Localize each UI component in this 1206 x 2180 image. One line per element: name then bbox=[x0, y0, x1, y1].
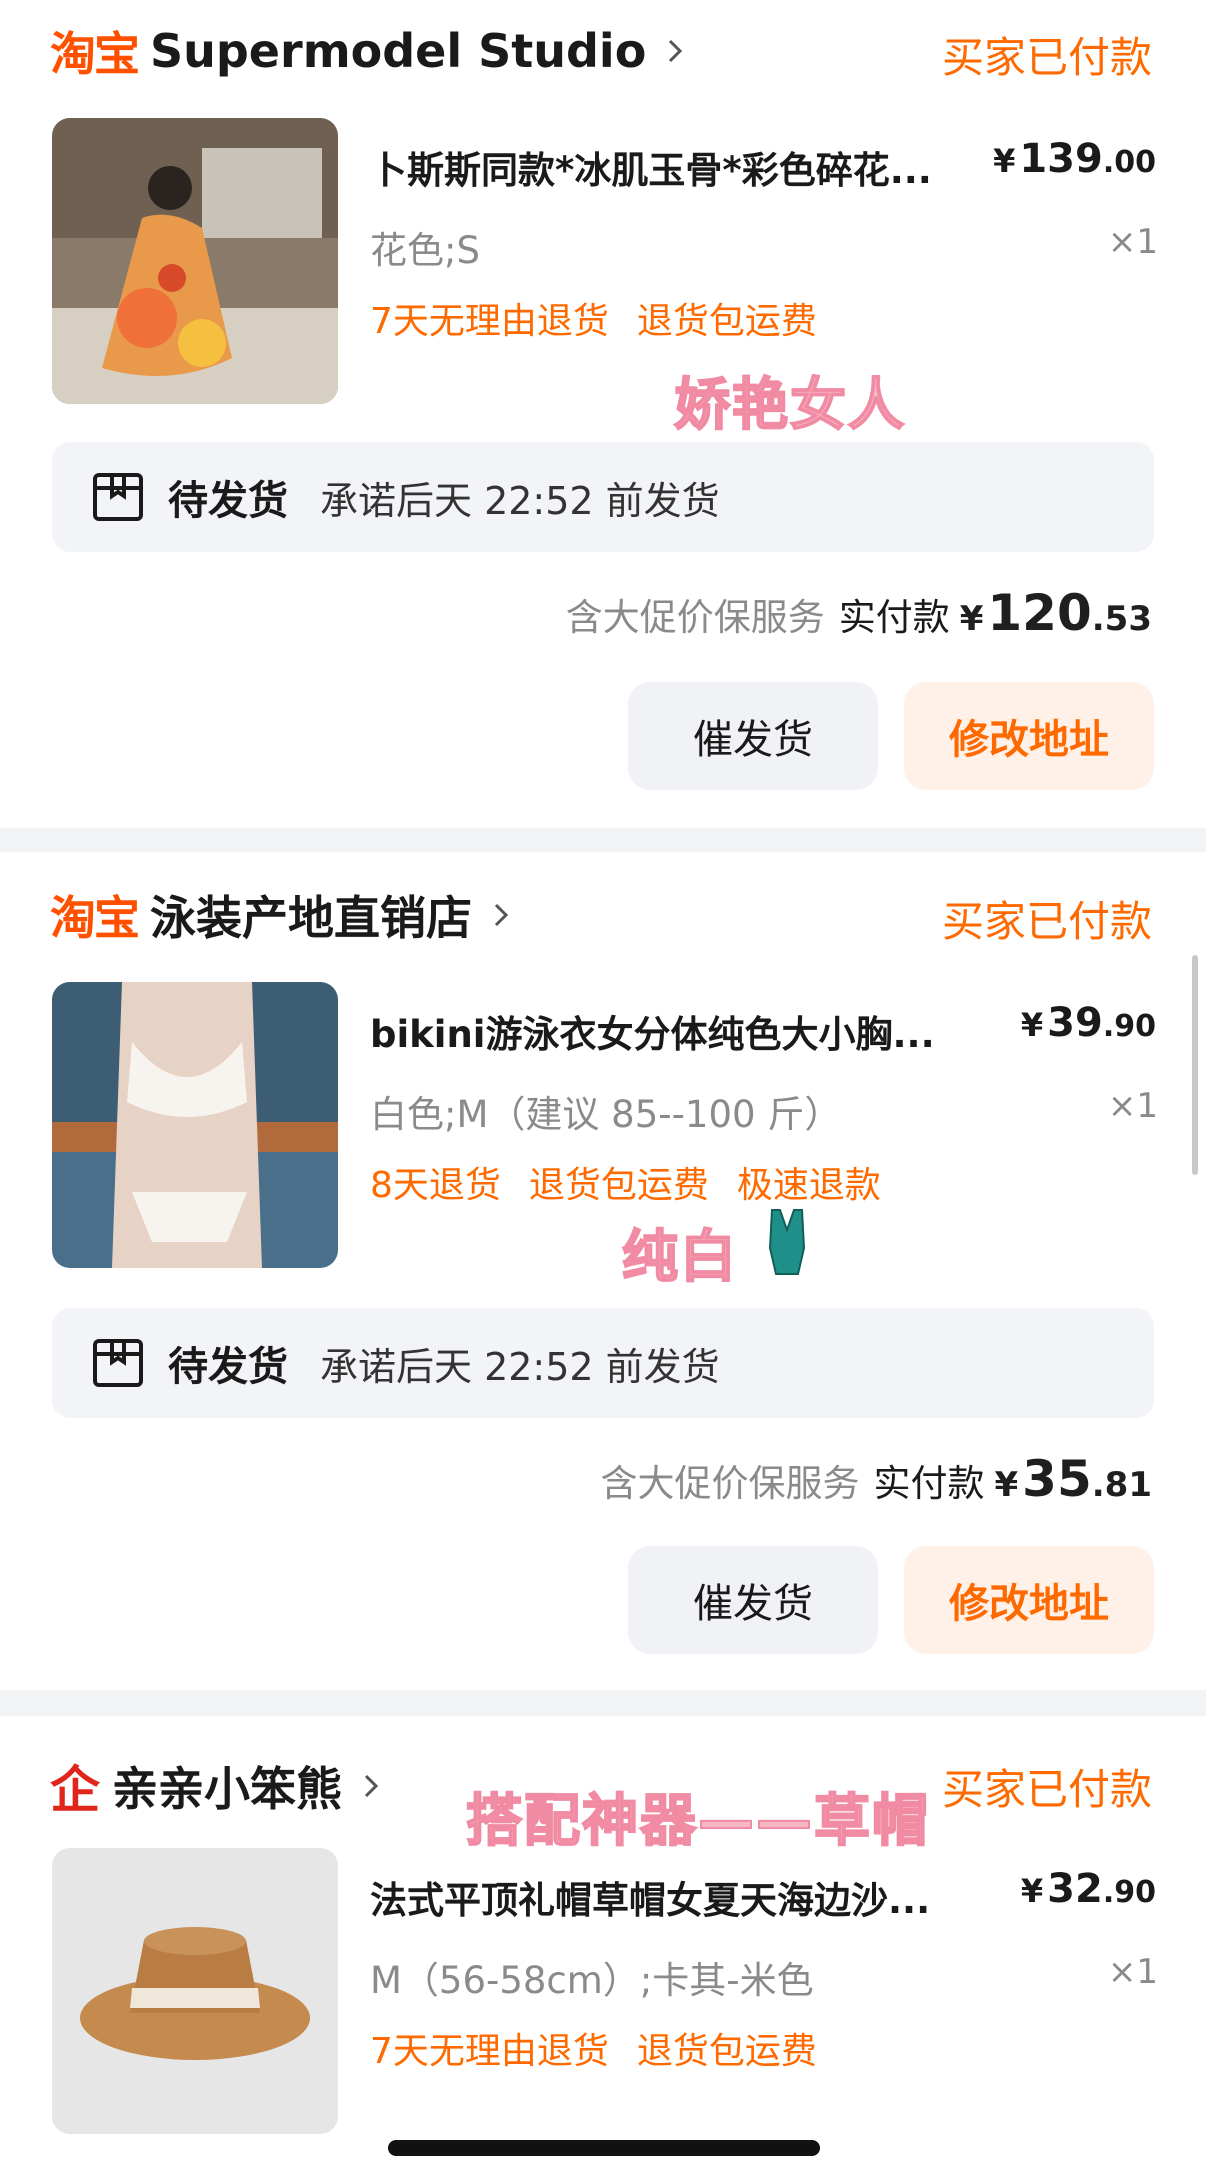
price-protection-service: 含大促价保服务 bbox=[565, 596, 825, 639]
enterprise-logo: 企 bbox=[50, 1761, 100, 1819]
payment-summary: 含大促价保服务 实付款 ¥ 120 .53 bbox=[565, 584, 1152, 642]
chevron-right-icon bbox=[669, 39, 683, 63]
paid-amount: 120 bbox=[987, 584, 1092, 642]
shipping-promise: 承诺后天 22:52 前发货 bbox=[320, 478, 720, 523]
product-quantity: ×1 bbox=[1107, 1952, 1158, 1992]
product-variant: M（56-58cm）;卡其-米色 bbox=[370, 1959, 814, 2002]
paid-amount: 35 bbox=[1022, 1450, 1092, 1508]
shop-header[interactable]: 企 亲亲小笨熊 bbox=[50, 1750, 384, 1822]
product-image[interactable] bbox=[52, 982, 338, 1268]
product-image[interactable] bbox=[52, 118, 338, 404]
order-card: 淘宝 Supermodel Studio 买家已付款 卜斯斯同款*冰肌玉骨*彩色… bbox=[0, 0, 1206, 828]
payment-summary: 含大促价保服务 实付款 ¥ 35 .81 bbox=[600, 1450, 1153, 1508]
shipping-status: 待发货 bbox=[168, 1344, 288, 1390]
product-image[interactable] bbox=[52, 1848, 338, 2134]
product-quantity: ×1 bbox=[1107, 222, 1158, 262]
shop-header[interactable]: 淘宝 Supermodel Studio bbox=[50, 18, 688, 84]
package-icon bbox=[93, 473, 143, 521]
taobao-logo: 淘宝 bbox=[50, 27, 140, 81]
product-title[interactable]: bikini游泳衣女分体纯色大小胸... bbox=[370, 1004, 990, 1058]
shop-header[interactable]: 淘宝 泳装产地直销店 bbox=[50, 882, 514, 948]
shop-name[interactable]: 亲亲小笨熊 bbox=[112, 1753, 342, 1819]
service-tags: 8天退货 退货包运费 极速退款 bbox=[370, 1156, 881, 1208]
service-tags: 7天无理由退货 退货包运费 bbox=[370, 292, 817, 344]
shop-name[interactable]: Supermodel Studio bbox=[150, 24, 646, 78]
order-status: 买家已付款 bbox=[941, 1765, 1152, 1814]
home-indicator[interactable] bbox=[388, 2140, 820, 2156]
paid-label: 实付款 bbox=[873, 1462, 985, 1505]
shipping-status: 待发货 bbox=[168, 478, 288, 524]
order-status: 买家已付款 bbox=[941, 33, 1152, 82]
service-tag: 退货包运费 bbox=[636, 301, 817, 342]
swimsuit-icon bbox=[768, 1209, 806, 1275]
package-icon bbox=[93, 1339, 143, 1387]
scrollbar[interactable] bbox=[1192, 955, 1198, 1175]
product-price: ¥39.90 bbox=[1020, 1000, 1156, 1046]
service-tag: 7天无理由退货 bbox=[370, 2031, 609, 2072]
service-tag: 7天无理由退货 bbox=[370, 301, 609, 342]
urge-shipping-button[interactable]: 催发货 bbox=[628, 1546, 878, 1654]
chevron-right-icon bbox=[364, 1774, 379, 1798]
sticker-text: 搭配神器——草帽 bbox=[465, 1788, 930, 1855]
product-price: ¥139.00 bbox=[993, 136, 1156, 182]
shipping-status-box[interactable]: 待发货 承诺后天 22:52 前发货 bbox=[52, 1308, 1154, 1418]
urge-shipping-button[interactable]: 催发货 bbox=[628, 682, 878, 790]
order-card: 企 亲亲小笨熊 搭配神器——草帽 买家已付款 法式平顶礼帽草帽女夏天海边沙...… bbox=[0, 1716, 1206, 2180]
product-title[interactable]: 卜斯斯同款*冰肌玉骨*彩色碎花... bbox=[370, 140, 990, 194]
sticker-text: 纯白 bbox=[621, 1224, 738, 1291]
shipping-status-box[interactable]: 待发货 承诺后天 22:52 前发货 bbox=[52, 442, 1154, 552]
change-address-button[interactable]: 修改地址 bbox=[904, 682, 1154, 790]
chevron-right-icon bbox=[494, 903, 509, 927]
service-tag: 退货包运费 bbox=[528, 1165, 709, 1206]
shop-name[interactable]: 泳装产地直销店 bbox=[150, 882, 472, 948]
service-tags: 7天无理由退货 退货包运费 bbox=[370, 2022, 817, 2074]
paid-label: 实付款 bbox=[838, 596, 950, 639]
sticker-text: 娇艳女人 bbox=[673, 372, 906, 439]
product-price: ¥32.90 bbox=[1020, 1866, 1156, 1912]
shipping-promise: 承诺后天 22:52 前发货 bbox=[320, 1344, 720, 1389]
product-quantity: ×1 bbox=[1107, 1086, 1158, 1126]
service-tag: 极速退款 bbox=[736, 1165, 881, 1206]
product-variant: 花色;S bbox=[370, 229, 480, 272]
order-card: 淘宝 泳装产地直销店 买家已付款 bikini游泳衣女分体纯色大小胸... ¥3… bbox=[0, 852, 1206, 1690]
product-variant: 白色;M（建议 85--100 斤） bbox=[370, 1093, 842, 1136]
service-tag: 退货包运费 bbox=[636, 2031, 817, 2072]
taobao-logo: 淘宝 bbox=[50, 891, 140, 945]
service-tag: 8天退货 bbox=[370, 1165, 501, 1206]
product-title[interactable]: 法式平顶礼帽草帽女夏天海边沙... bbox=[370, 1870, 990, 1924]
order-status: 买家已付款 bbox=[941, 897, 1152, 946]
change-address-button[interactable]: 修改地址 bbox=[904, 1546, 1154, 1654]
price-protection-service: 含大促价保服务 bbox=[600, 1462, 860, 1505]
